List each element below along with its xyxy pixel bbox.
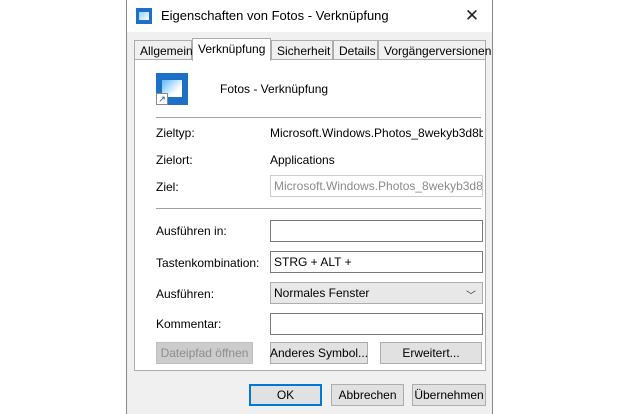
shortcut-properties-icon	[136, 8, 152, 24]
ausfuehren-in-field[interactable]	[270, 220, 483, 242]
close-icon: ✕	[464, 6, 480, 25]
ziel-label: Ziel:	[156, 180, 179, 194]
separator	[156, 117, 481, 118]
close-button[interactable]: ✕	[452, 0, 492, 32]
tastenkombination-field[interactable]: STRG + ALT +	[270, 251, 483, 273]
kommentar-field[interactable]	[270, 313, 483, 335]
title-bar: Eigenschaften von Fotos - Verknüpfung ✕	[127, 0, 492, 32]
advanced-button[interactable]: Erweitert...	[380, 342, 482, 364]
ausfuehren-in-label: Ausführen in:	[156, 224, 227, 238]
chevron-down-icon: ﹀	[466, 291, 476, 302]
zieltyp-value: Microsoft.Windows.Photos_8wekyb3d8bbwe	[270, 126, 483, 140]
zielort-label: Zielort:	[156, 153, 193, 167]
properties-dialog: Eigenschaften von Fotos - Verknüpfung ✕ …	[126, 0, 493, 414]
zielort-value: Applications	[270, 153, 335, 167]
ok-button[interactable]: OK	[249, 384, 322, 406]
photos-icon: ↗	[156, 73, 188, 105]
tastenkombination-label: Tastenkombination:	[156, 256, 260, 270]
tab-strip: Allgemein Verknüpfung Sicherheit Details…	[134, 38, 491, 61]
tab-sicherheit[interactable]: Sicherheit	[271, 40, 333, 60]
tab-allgemein[interactable]: Allgemein	[134, 40, 193, 60]
window-title: Eigenschaften von Fotos - Verknüpfung	[161, 8, 389, 23]
shortcut-name: Fotos - Verknüpfung	[220, 82, 329, 96]
shortcut-panel: ↗ Fotos - Verknüpfung Zieltyp: Microsoft…	[134, 59, 486, 371]
ausfuehren-select[interactable]: Normales Fenster ﹀	[270, 282, 483, 304]
zieltyp-label: Zieltyp:	[156, 126, 195, 140]
separator	[156, 208, 481, 209]
tab-verknuepfung[interactable]: Verknüpfung	[192, 38, 271, 61]
shortcut-arrow-icon: ↗	[156, 93, 168, 105]
ziel-field[interactable]: Microsoft.Windows.Photos_8wekyb3d8bbw	[270, 175, 483, 197]
change-icon-button[interactable]: Anderes Symbol...	[270, 342, 368, 364]
tab-vorgaengerversionen[interactable]: Vorgängerversionen	[378, 40, 491, 60]
apply-button[interactable]: Übernehmen	[412, 384, 486, 406]
tab-details[interactable]: Details	[333, 40, 378, 60]
cancel-button[interactable]: Abbrechen	[331, 384, 404, 406]
ausfuehren-selected-value: Normales Fenster	[274, 286, 370, 300]
kommentar-label: Kommentar:	[156, 317, 222, 331]
ausfuehren-label: Ausführen:	[156, 287, 215, 301]
open-file-location-button[interactable]: Dateipfad öffnen	[156, 342, 253, 364]
